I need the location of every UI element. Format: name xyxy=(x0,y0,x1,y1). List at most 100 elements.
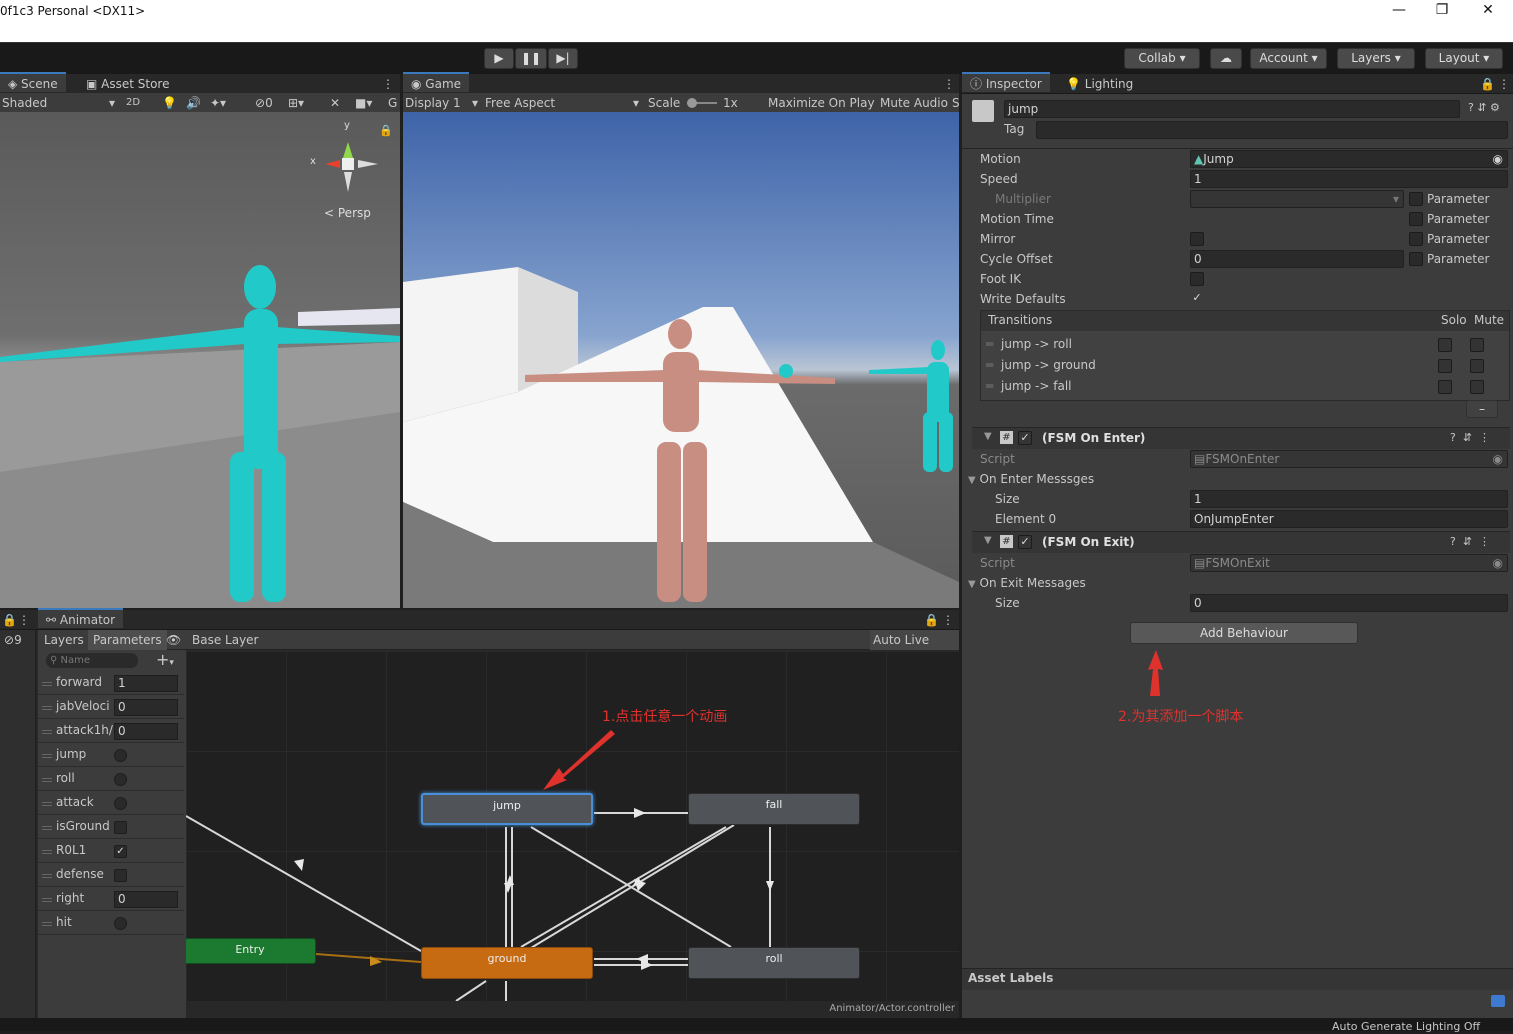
component-settings-icon[interactable]: ? ⇵ ⋮ xyxy=(1450,535,1490,548)
parameter-row-hit[interactable]: hit xyxy=(38,912,184,935)
add-parameter-button[interactable]: +▾ xyxy=(156,650,174,669)
bool-checkbox[interactable]: ✓ xyxy=(114,845,127,858)
scene-gizmo[interactable] xyxy=(325,142,378,192)
element-0-field[interactable]: OnJumpEnter xyxy=(1190,510,1508,528)
help-icon[interactable]: ? ⇵ ⚙ xyxy=(1468,101,1500,114)
remove-transition-button[interactable]: – xyxy=(1466,400,1498,418)
maximize-on-play-toggle[interactable]: Maximize On Play xyxy=(768,93,875,113)
parameter-row-isground[interactable]: isGround xyxy=(38,816,184,839)
mirror-parameter-checkbox[interactable] xyxy=(1409,232,1423,246)
parameter-value-field[interactable]: 0 xyxy=(114,723,178,740)
tab-scene[interactable]: ◈ Scene xyxy=(0,72,66,92)
state-node-fall[interactable]: fall xyxy=(688,793,860,825)
audio-icon[interactable]: 🔊 xyxy=(186,93,201,113)
bool-checkbox[interactable] xyxy=(114,821,127,834)
transition-grip-icon[interactable]: ═ xyxy=(986,337,993,351)
drag-handle-icon[interactable] xyxy=(42,754,52,758)
parameter-row-r0l1[interactable]: R0L1 ✓ xyxy=(38,840,184,863)
drag-handle-icon[interactable] xyxy=(42,826,52,830)
state-machine-graph[interactable]: jump fall ground roll Entry 1.点击任意一个动画 xyxy=(186,651,959,1001)
game-menu-icon[interactable]: ⋮ xyxy=(943,74,955,94)
fsm-on-exit-enabled-checkbox[interactable]: ✓ xyxy=(1018,535,1032,549)
script-field[interactable]: ▤FSMOnEnter ◉ xyxy=(1190,450,1508,468)
drag-handle-icon[interactable] xyxy=(42,778,52,782)
game-view[interactable] xyxy=(403,112,959,608)
parameter-row-defense[interactable]: defense xyxy=(38,864,184,887)
cloud-icon[interactable]: ☁ xyxy=(1210,48,1242,69)
transition-item[interactable]: jump -> ground xyxy=(1001,358,1096,372)
collab-dropdown[interactable]: Collab ▾ xyxy=(1124,48,1200,69)
motion-field[interactable]: ▲Jump ◉ xyxy=(1190,150,1508,168)
script-field[interactable]: ▤FSMOnExit ◉ xyxy=(1190,554,1508,572)
mute-audio-toggle[interactable]: Mute Audio xyxy=(880,93,948,113)
drag-handle-icon[interactable] xyxy=(42,850,52,854)
close-button[interactable]: ✕ xyxy=(1473,2,1503,22)
foldout-arrow-icon[interactable]: ▼ xyxy=(984,431,992,442)
trigger-radio[interactable] xyxy=(114,749,127,762)
motion-time-parameter-checkbox[interactable] xyxy=(1409,212,1423,226)
multiplier-dropdown[interactable]: ▾ xyxy=(1190,190,1404,208)
on-enter-list-foldout[interactable]: ▼ On Enter Messsges xyxy=(968,469,1094,489)
maximize-button[interactable]: ❐ xyxy=(1427,2,1457,22)
effects-icon[interactable]: ✦▾ xyxy=(210,93,226,113)
label-icon[interactable] xyxy=(1491,995,1505,1007)
parameter-row-forward[interactable]: forward 1 xyxy=(38,672,184,695)
transition-solo-checkbox[interactable] xyxy=(1438,338,1452,352)
animator-lock-icon[interactable]: 🔒 xyxy=(2,610,17,630)
cycle-offset-parameter-checkbox[interactable] xyxy=(1409,252,1423,266)
play-button[interactable]: ▶ xyxy=(484,48,514,69)
component-settings-icon[interactable]: ? ⇵ ⋮ xyxy=(1450,431,1490,444)
hidden-layers-icon[interactable]: ⊘9 xyxy=(4,630,22,650)
pause-button[interactable]: ❚❚ xyxy=(515,48,547,69)
scene-view[interactable]: x y 🔒 < Persp xyxy=(0,112,400,608)
light-icon[interactable]: 💡 xyxy=(162,93,177,113)
layout-dropdown[interactable]: Layout ▾ xyxy=(1425,48,1503,69)
tab-asset-store[interactable]: ▣ Asset Store xyxy=(78,74,178,94)
tab-game[interactable]: ◉ Game xyxy=(403,72,470,92)
on-exit-list-foldout[interactable]: ▼ On Exit Messages xyxy=(968,573,1086,593)
tag-field[interactable] xyxy=(1036,121,1508,139)
tab-inspector[interactable]: ⓘ Inspector xyxy=(962,72,1050,92)
transition-mute-checkbox[interactable] xyxy=(1470,380,1484,394)
hidden-objects-icon[interactable]: ⊘0 xyxy=(255,93,273,113)
drag-handle-icon[interactable] xyxy=(42,898,52,902)
drag-handle-icon[interactable] xyxy=(42,682,52,686)
foot-ik-checkbox[interactable] xyxy=(1190,272,1204,286)
persp-label[interactable]: < Persp xyxy=(324,206,371,220)
fsm-on-exit-header[interactable]: ▼ # ✓ (FSM On Exit) ? ⇵ ⋮ xyxy=(972,531,1510,553)
stats-toggle[interactable]: S xyxy=(952,93,960,113)
trigger-radio[interactable] xyxy=(114,917,127,930)
state-node-jump[interactable]: jump xyxy=(421,793,593,825)
parameter-value-field[interactable]: 0 xyxy=(114,891,178,908)
parameter-row-attack1h[interactable]: attack1h/0 xyxy=(38,720,184,743)
parameter-row-roll[interactable]: roll xyxy=(38,768,184,791)
parameter-row-jump[interactable]: jump xyxy=(38,744,184,767)
transition-mute-checkbox[interactable] xyxy=(1470,359,1484,373)
camera-icon[interactable]: ■▾ xyxy=(355,93,372,113)
transition-mute-checkbox[interactable] xyxy=(1470,338,1484,352)
tab-parameters[interactable]: Parameters xyxy=(88,630,167,650)
parameter-value-field[interactable]: 0 xyxy=(114,699,178,716)
lighting-status[interactable]: Auto Generate Lighting Off xyxy=(1332,1020,1480,1034)
drag-handle-icon[interactable] xyxy=(42,802,52,806)
auto-live-link-toggle[interactable]: Auto Live Link xyxy=(870,630,959,667)
inspector-menu-icon[interactable]: ⋮ xyxy=(1498,74,1510,94)
fsm-on-enter-header[interactable]: ▼ # ✓ (FSM On Enter) ? ⇵ ⋮ xyxy=(972,427,1510,449)
transition-grip-icon[interactable]: ═ xyxy=(986,358,993,372)
mirror-checkbox[interactable] xyxy=(1190,232,1204,246)
eye-icon[interactable]: 👁 xyxy=(166,630,181,650)
multiplier-parameter-checkbox[interactable] xyxy=(1409,192,1423,206)
parameter-row-attack[interactable]: attack xyxy=(38,792,184,815)
transition-grip-icon[interactable]: ═ xyxy=(986,379,993,393)
transition-item[interactable]: jump -> fall xyxy=(1001,379,1072,393)
inspector-lock-icon[interactable]: 🔒 xyxy=(1480,74,1495,94)
shading-dropdown[interactable]: Shaded ▾ xyxy=(2,93,117,113)
animator-lock-icon-right[interactable]: 🔒 xyxy=(924,610,939,630)
animator-menu-icon[interactable]: ⋮ xyxy=(18,610,30,630)
tab-lighting[interactable]: 💡 Lighting xyxy=(1058,74,1141,94)
parameter-value-field[interactable]: 1 xyxy=(114,675,178,692)
grid-icon[interactable]: ⊞▾ xyxy=(288,93,304,113)
foldout-arrow-icon[interactable]: ▼ xyxy=(984,535,992,546)
object-picker-icon[interactable]: ◉ xyxy=(1493,151,1503,167)
on-enter-size-field[interactable]: 1 xyxy=(1190,490,1508,508)
